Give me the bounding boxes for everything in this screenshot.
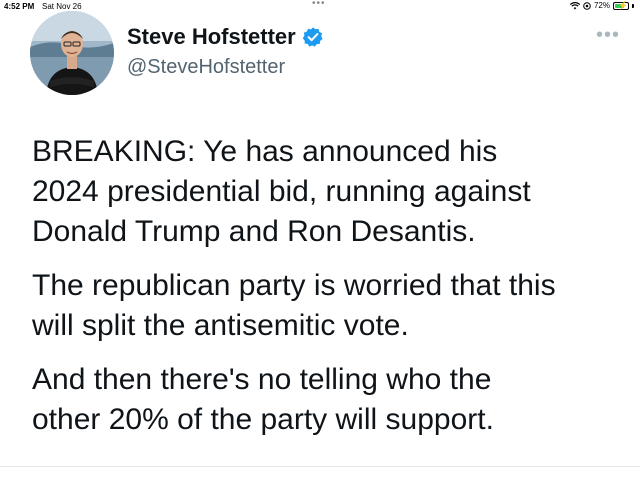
battery-icon: ⚡	[613, 0, 629, 10]
author-name-row[interactable]: Steve Hofstetter	[127, 24, 324, 50]
status-date: Sat Nov 26	[42, 2, 82, 11]
location-icon	[583, 1, 591, 10]
user-handle[interactable]: @SteveHofstetter	[127, 56, 285, 79]
avatar[interactable]	[30, 11, 114, 95]
verified-badge-icon	[302, 26, 324, 48]
status-bar: 4:52 PM Sat Nov 26 ••• 72% ⚡	[0, 0, 640, 14]
display-name[interactable]: Steve Hofstetter	[127, 24, 296, 50]
more-options-icon[interactable]: •••	[596, 25, 620, 45]
tweet-paragraph: BREAKING: Ye has announced his 2024 pres…	[32, 135, 531, 248]
charging-bolt-icon: ⚡	[618, 0, 628, 10]
tweet-paragraph: And then there's no telling who the othe…	[32, 363, 494, 436]
status-time: 4:52 PM	[4, 2, 35, 11]
battery-cap	[632, 3, 634, 8]
status-right-group: 72% ⚡	[569, 0, 634, 10]
tweet-paragraph: The republican party is worried that thi…	[32, 269, 556, 342]
wifi-icon	[569, 1, 580, 10]
bottom-divider	[0, 466, 640, 467]
tweet-text: BREAKING: Ye has announced his 2024 pres…	[32, 132, 622, 454]
multitasking-dots-icon[interactable]: •••	[312, 0, 326, 9]
tweet-screenshot: 4:52 PM Sat Nov 26 ••• 72% ⚡ Steve Hofst…	[0, 0, 640, 480]
battery-percent: 72%	[593, 1, 610, 10]
